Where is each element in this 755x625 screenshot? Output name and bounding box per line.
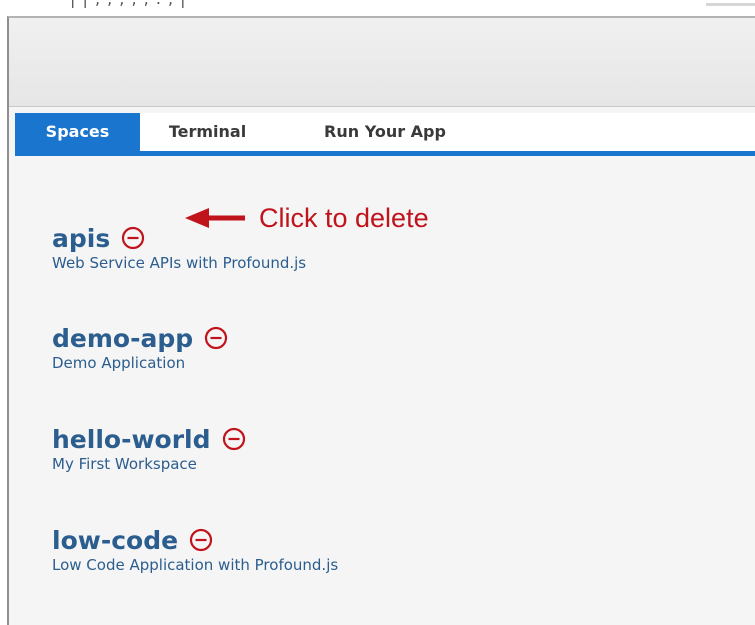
tab-terminal[interactable]: Terminal <box>155 113 260 151</box>
space-description: Web Service APIs with Profound.js <box>52 254 307 272</box>
tab-bar: Spaces Terminal Run Your App <box>15 113 755 156</box>
minus-circle-icon[interactable] <box>121 226 145 250</box>
space-name-link[interactable]: low-code <box>52 526 178 555</box>
space-description: My First Workspace <box>52 455 197 473</box>
annotation-text: Click to delete <box>259 203 429 233</box>
minus-circle-icon[interactable] <box>222 427 246 451</box>
header-bar <box>9 18 755 107</box>
space-name-link[interactable]: apis <box>52 224 110 253</box>
space-description: Demo Application <box>52 354 186 372</box>
top-right-bar <box>706 3 755 6</box>
delete-annotation: Click to delete <box>183 203 429 233</box>
app-frame: Spaces Terminal Run Your App apis Web Se… <box>7 16 755 625</box>
space-item-hello-world: hello-world My First Workspace <box>52 421 246 473</box>
space-name-link[interactable]: demo-app <box>52 324 193 353</box>
space-item-demo-app: demo-app Demo Application <box>52 320 228 372</box>
space-description: Low Code Application with Profound.js <box>52 556 339 574</box>
minus-circle-icon[interactable] <box>204 326 228 350</box>
tab-spaces[interactable]: Spaces <box>15 113 140 151</box>
tab-run-your-app[interactable]: Run Your App <box>305 113 465 151</box>
left-arrow-icon <box>185 208 245 228</box>
space-item-low-code: low-code Low Code Application with Profo… <box>52 522 339 575</box>
cropped-text-fragment: | | , , , , , . , | <box>70 0 187 8</box>
top-cropped-strip: | | , , , , , . , | <box>0 0 755 10</box>
minus-circle-icon[interactable] <box>189 528 213 552</box>
space-name-link[interactable]: hello-world <box>52 425 211 454</box>
